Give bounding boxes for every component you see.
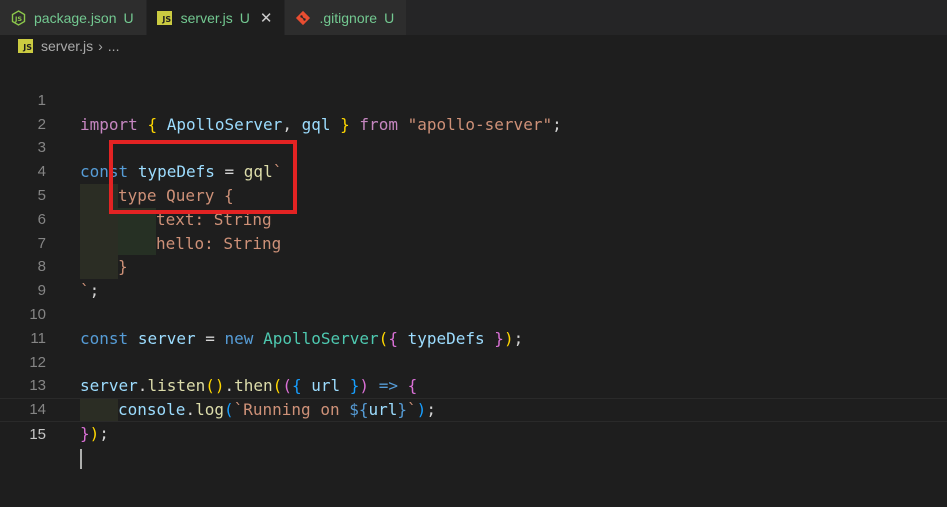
tab-gitignore[interactable]: .gitignore U — [285, 0, 408, 35]
tab-label: .gitignore — [319, 9, 378, 26]
js-icon: JS — [18, 39, 33, 53]
tab-package-json[interactable]: JS package.json U — [0, 0, 147, 35]
code-line: 9 — [0, 255, 947, 299]
code-line: 1 import { ApolloServer, gql } from "apo… — [0, 65, 947, 134]
code-line: 12 server.listen().then(({ url }) => { — [0, 327, 947, 396]
tab-label: server.js — [180, 9, 233, 26]
tab-server-js[interactable]: JS server.js U ✕ — [146, 0, 286, 35]
code-line: 4 type Query { — [0, 136, 947, 208]
code-line: 6 hello: String — [0, 184, 947, 256]
untracked-badge: U — [239, 9, 250, 26]
js-icon: JS — [157, 10, 173, 26]
line-number: 15 — [29, 425, 46, 443]
code-line: 14 }); — [0, 374, 947, 443]
code-line: 2 — [0, 89, 947, 133]
chevron-right-icon: › — [98, 38, 103, 54]
tab-label: package.json — [34, 9, 117, 26]
svg-text:JS: JS — [13, 15, 21, 23]
code-line: 7 } — [0, 208, 947, 280]
code-line: 3 const typeDefs = gql` — [0, 113, 947, 181]
untracked-badge: U — [123, 9, 134, 26]
code-editor[interactable]: 1 import { ApolloServer, gql } from "apo… — [0, 65, 947, 470]
code-line: 10 const server = new ApolloServer({ typ… — [0, 279, 947, 348]
code-line: 11 — [0, 303, 947, 347]
untracked-badge: U — [384, 9, 395, 26]
code-line: 5 text: String — [0, 160, 947, 232]
nodejs-icon: JS — [10, 9, 26, 26]
text-cursor — [80, 449, 82, 470]
code-line-current: 15 — [0, 398, 947, 470]
breadcrumb-file[interactable]: server.js — [41, 38, 93, 54]
code-line: 13 console.log(`Running on ${url}`); — [0, 351, 947, 422]
git-icon — [295, 10, 311, 26]
breadcrumb: JS server.js › ... — [0, 35, 947, 57]
breadcrumb-more[interactable]: ... — [108, 38, 120, 54]
code-line: 8 `; — [0, 232, 947, 300]
editor-tab-bar: JS package.json U JS server.js U ✕ .giti… — [0, 0, 947, 35]
close-icon[interactable]: ✕ — [260, 9, 273, 27]
